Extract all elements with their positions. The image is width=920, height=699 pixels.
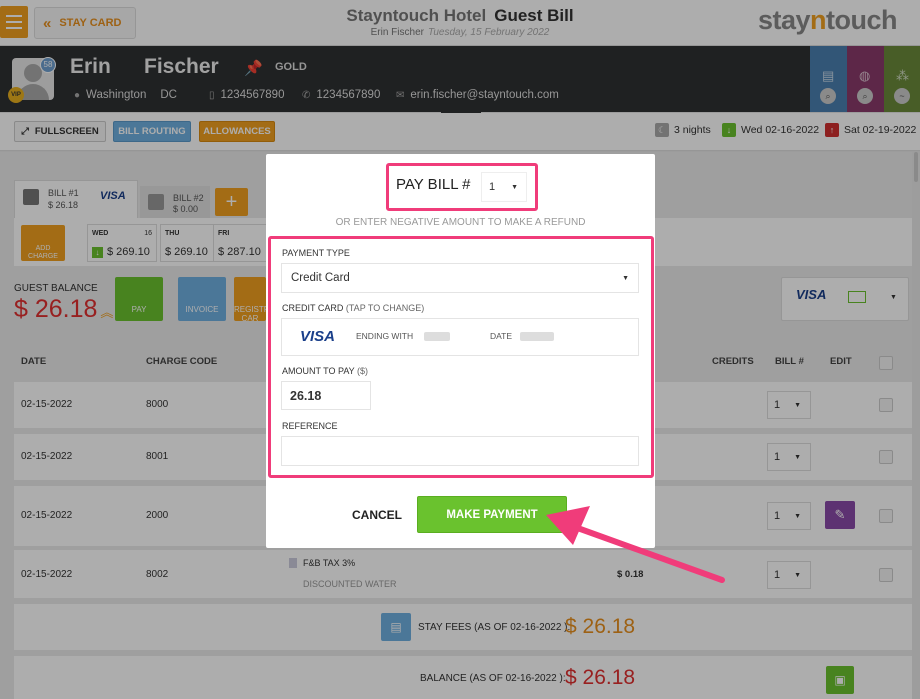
credit-card-label: CREDIT CARD (TAP TO CHANGE) (282, 303, 425, 313)
cancel-button[interactable]: CANCEL (338, 500, 416, 530)
amount-label: AMOUNT TO PAY ($) (282, 366, 369, 376)
payment-type-select[interactable]: Credit Card ▼ (281, 263, 639, 293)
caret-down-icon: ▼ (511, 183, 519, 191)
reference-label: REFERENCE (282, 421, 338, 431)
expiry-date-label: DATE (490, 331, 513, 341)
refund-hint: OR ENTER NEGATIVE AMOUNT TO MAKE A REFUN… (335, 217, 586, 228)
masked-expiry (520, 332, 554, 341)
bill-number-select[interactable]: 1 ▼ (481, 172, 527, 202)
ending-with-label: ENDING WITH (356, 331, 414, 341)
reference-input[interactable] (281, 436, 639, 466)
amount-to-pay-input[interactable]: 26.18 (281, 381, 371, 410)
payment-type-label: PAYMENT TYPE (282, 248, 350, 258)
pay-bill-title: PAY BILL # (396, 176, 471, 193)
visa-logo-icon: VISA (300, 328, 336, 345)
make-payment-button[interactable]: MAKE PAYMENT (417, 496, 567, 533)
masked-card-number (424, 332, 450, 341)
caret-down-icon: ▼ (622, 274, 629, 282)
